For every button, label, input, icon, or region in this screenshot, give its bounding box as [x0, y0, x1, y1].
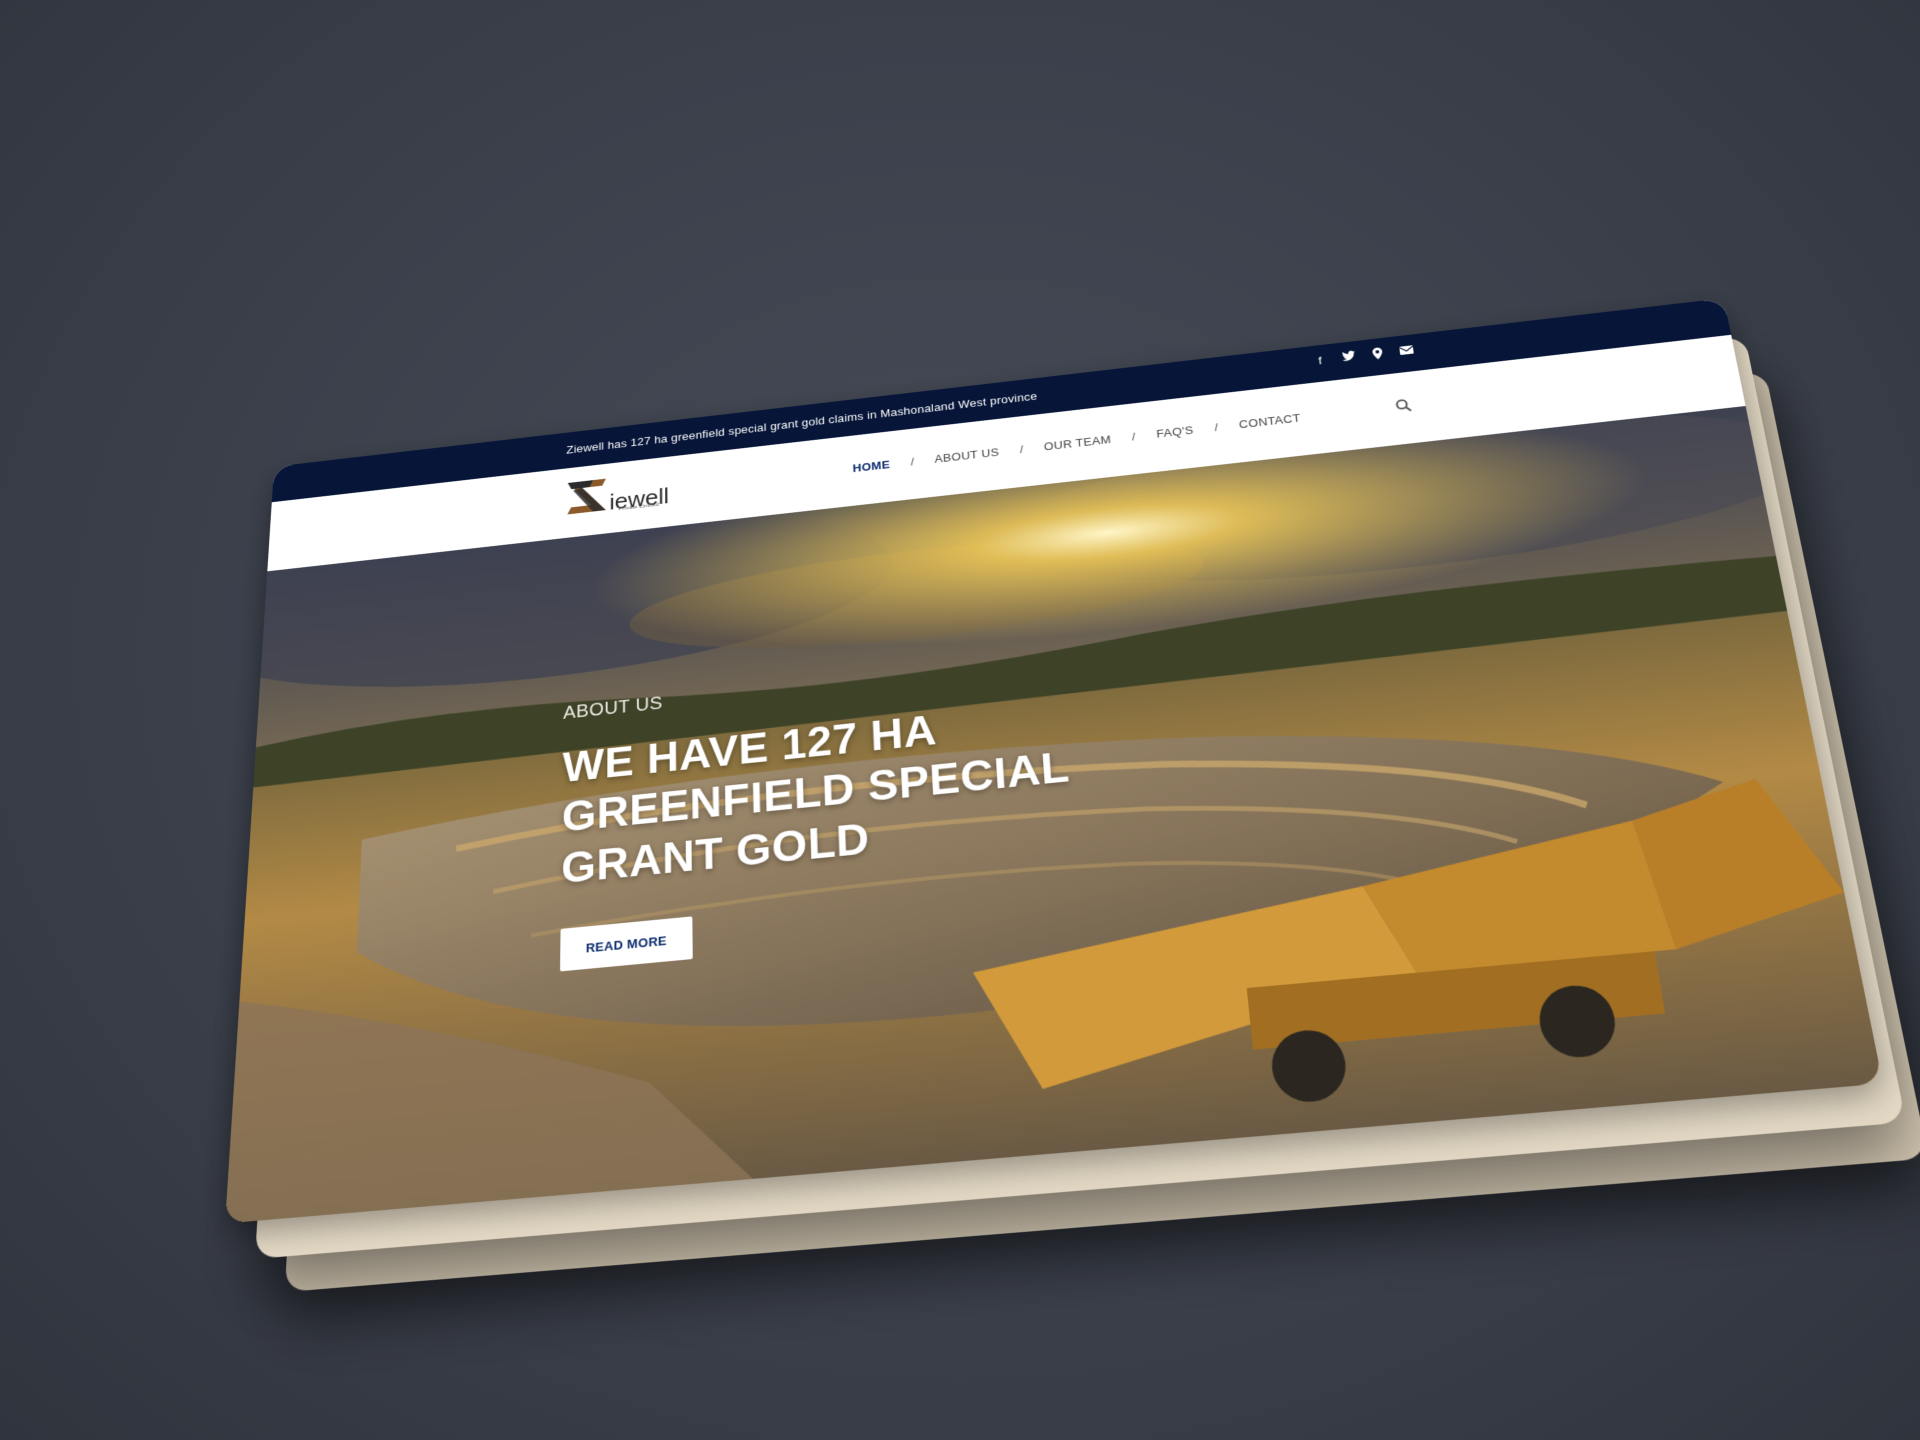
nav-item-contact[interactable]: CONTACT [1217, 409, 1322, 433]
twitter-icon[interactable] [1340, 350, 1357, 365]
facebook-icon[interactable]: f [1312, 353, 1329, 368]
device-stack: Ziewell has 127 ha greenfield special gr… [225, 298, 1920, 1293]
social-links: f [1312, 343, 1416, 368]
z-logo-mark-icon [566, 475, 608, 518]
website-screen: Ziewell has 127 ha greenfield special gr… [225, 298, 1883, 1224]
search-icon[interactable] [1394, 397, 1414, 414]
nav-item-our-team[interactable]: OUR TEAM [1023, 430, 1133, 455]
ziewell-logo[interactable]: iewell Private Limited [566, 468, 669, 518]
nav-item-faqs[interactable]: FAQ'S [1135, 421, 1215, 443]
nav-item-about-us[interactable]: ABOUT US [914, 443, 1021, 468]
map-pin-icon[interactable] [1369, 347, 1386, 362]
envelope-icon[interactable] [1398, 343, 1415, 358]
mockup-scene: Ziewell has 127 ha greenfield special gr… [0, 0, 1920, 1440]
read-more-button[interactable]: READ MORE [560, 916, 693, 972]
nav-item-home[interactable]: HOME [832, 456, 911, 477]
dump-truck-graphic [970, 772, 1853, 1105]
